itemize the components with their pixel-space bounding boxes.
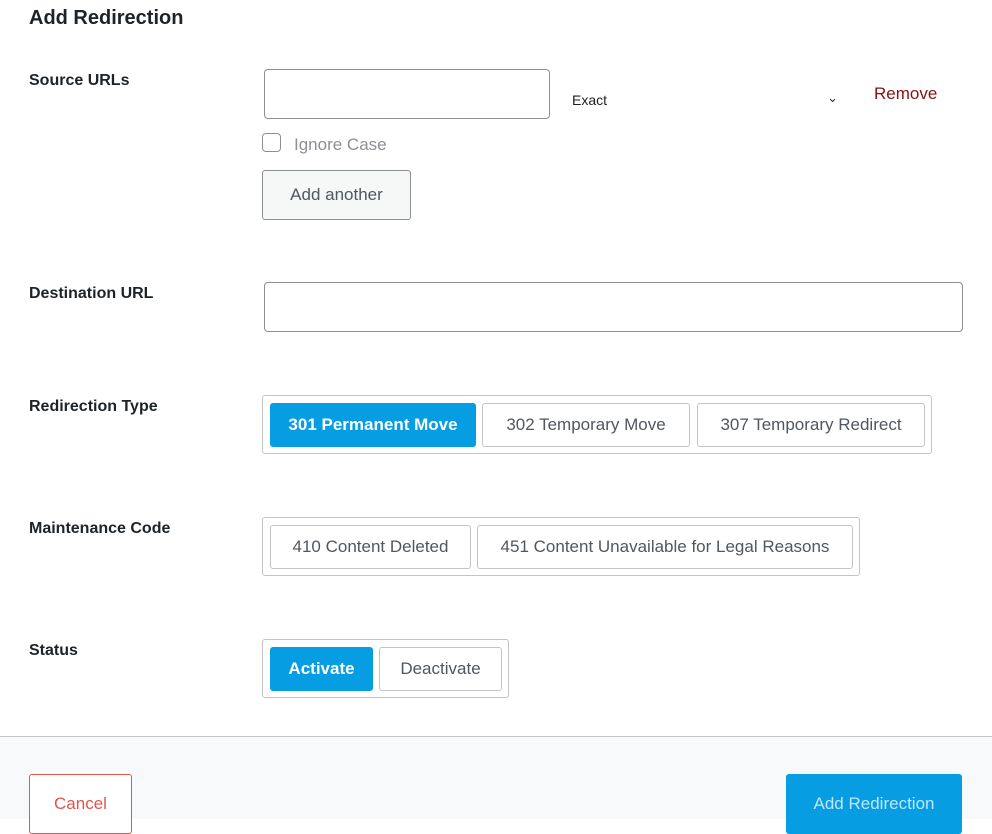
match-type-value: Exact — [572, 92, 608, 108]
ignore-case-checkbox[interactable] — [262, 133, 281, 152]
code-410-button[interactable]: 410 Content Deleted — [270, 525, 471, 569]
type-302-button[interactable]: 302 Temporary Move — [482, 403, 690, 447]
cancel-button[interactable]: Cancel — [29, 774, 132, 834]
page-title: Add Redirection — [29, 7, 184, 29]
ignore-case-label: Ignore Case — [294, 135, 387, 154]
deactivate-button[interactable]: Deactivate — [379, 647, 502, 691]
match-type-select[interactable]: Exact ⌄ — [572, 90, 842, 112]
destination-url-label: Destination URL — [29, 285, 154, 302]
status-label: Status — [29, 642, 78, 659]
redirection-type-label: Redirection Type — [29, 398, 158, 415]
chevron-down-icon: ⌄ — [827, 90, 838, 105]
source-urls-label: Source URLs — [29, 72, 130, 89]
type-301-button[interactable]: 301 Permanent Move — [270, 403, 476, 447]
add-redirection-button[interactable]: Add Redirection — [786, 774, 962, 834]
remove-link[interactable]: Remove — [874, 84, 937, 104]
activate-button[interactable]: Activate — [270, 647, 373, 691]
type-307-button[interactable]: 307 Temporary Redirect — [697, 403, 925, 447]
maintenance-code-label: Maintenance Code — [29, 520, 171, 537]
source-url-input[interactable] — [264, 69, 550, 119]
destination-url-input[interactable] — [264, 282, 963, 332]
code-451-button[interactable]: 451 Content Unavailable for Legal Reason… — [477, 525, 853, 569]
add-another-button[interactable]: Add another — [262, 170, 411, 220]
